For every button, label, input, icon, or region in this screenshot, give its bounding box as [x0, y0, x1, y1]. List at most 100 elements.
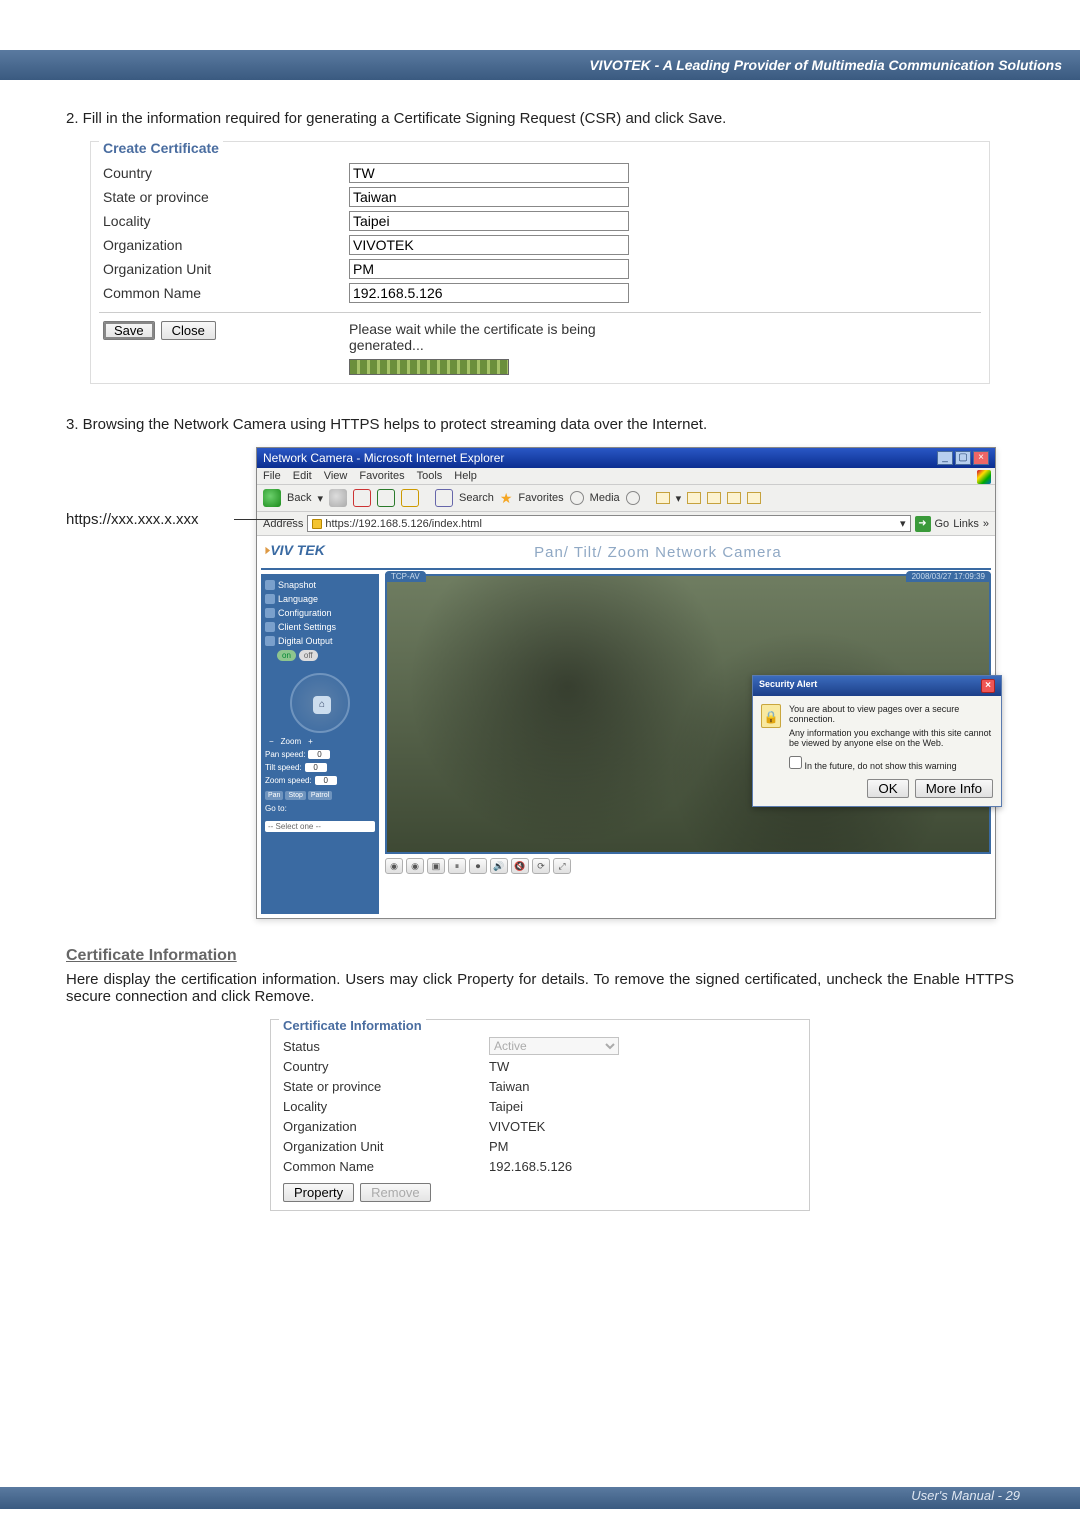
stream-tab[interactable]: TCP-AV — [385, 571, 426, 582]
back-label: Back — [287, 492, 311, 504]
pan-speed-select[interactable]: 0 — [308, 750, 330, 759]
step3-text: 3. Browsing the Network Camera using HTT… — [66, 416, 1014, 433]
cert-info-legend: Certificate Information — [279, 1018, 426, 1033]
forward-icon[interactable] — [329, 489, 347, 507]
browser-addressbar: Address https://192.168.5.126/index.html… — [257, 512, 995, 536]
gear-icon — [265, 622, 275, 632]
ptz-home-icon[interactable]: ⌂ — [313, 696, 331, 714]
home-icon[interactable] — [401, 489, 419, 507]
alert-line1: You are about to view pages over a secur… — [789, 704, 993, 724]
address-field[interactable]: https://192.168.5.126/index.html ▾ — [307, 515, 910, 532]
remove-button[interactable]: Remove — [360, 1183, 430, 1202]
org-input[interactable] — [349, 235, 629, 255]
back-icon[interactable] — [263, 489, 281, 507]
state-input[interactable] — [349, 187, 629, 207]
menu-edit[interactable]: Edit — [293, 470, 312, 482]
cam-btn-4[interactable]: ⏸ — [448, 858, 466, 874]
maximize-icon[interactable]: ▢ — [955, 451, 971, 465]
cam-btn-6[interactable]: 🔊 — [490, 858, 508, 874]
https-annotation: https://xxx.xxx.x.xxx — [66, 511, 199, 528]
cn-label: Common Name — [99, 285, 349, 301]
language-label: Language — [278, 594, 318, 604]
discuss-icon[interactable] — [727, 492, 741, 504]
do-on-button[interactable]: on — [277, 650, 296, 661]
ci-org-label: Organization — [279, 1119, 489, 1134]
history-icon[interactable] — [626, 491, 640, 505]
address-url: https://192.168.5.126/index.html — [325, 518, 482, 530]
property-button[interactable]: Property — [283, 1183, 354, 1202]
ptz-nav[interactable]: ⌂ — [290, 673, 350, 733]
zoom-label: Zoom — [281, 737, 301, 746]
country-input[interactable] — [349, 163, 629, 183]
cam-btn-1[interactable]: ◉ — [385, 858, 403, 874]
menu-tools[interactable]: Tools — [417, 470, 443, 482]
edit-icon[interactable] — [707, 492, 721, 504]
locality-input[interactable] — [349, 211, 629, 231]
sidebar-item-configuration[interactable]: Configuration — [265, 608, 375, 618]
cam-btn-8[interactable]: ⟳ — [532, 858, 550, 874]
media-label: Media — [590, 492, 620, 504]
goto-select[interactable]: -- Select one -- — [265, 821, 375, 832]
cert-info-panel: Certificate Information Status Active Co… — [270, 1019, 810, 1211]
refresh-icon[interactable] — [377, 489, 395, 507]
cam-btn-7[interactable]: 🔇 — [511, 858, 529, 874]
stop-button[interactable]: Stop — [285, 791, 305, 800]
mail-icon[interactable] — [656, 492, 670, 504]
cam-btn-2[interactable]: ◉ — [406, 858, 424, 874]
ci-locality-label: Locality — [279, 1099, 489, 1114]
client-settings-label: Client Settings — [278, 622, 336, 632]
pan-button[interactable]: Pan — [265, 791, 283, 800]
tilt-speed-select[interactable]: 0 — [305, 763, 327, 772]
zoom-speed-select[interactable]: 0 — [315, 776, 337, 785]
signal-icon — [265, 636, 275, 646]
vivotek-logo-text: VIV TEK — [270, 542, 324, 558]
alert-checkbox-label: In the future, do not show this warning — [805, 761, 957, 771]
stop-icon[interactable] — [353, 489, 371, 507]
ci-locality-val: Taipei — [489, 1099, 523, 1114]
go-label: Go — [935, 518, 950, 530]
minimize-icon[interactable]: _ — [937, 451, 953, 465]
ou-input[interactable] — [349, 259, 629, 279]
search-icon[interactable] — [435, 489, 453, 507]
close-button[interactable]: Close — [161, 321, 216, 340]
patrol-button[interactable]: Patrol — [308, 791, 332, 800]
pan-speed-label: Pan speed: — [265, 750, 305, 759]
locality-label: Locality — [99, 213, 349, 229]
cam-btn-3[interactable]: ▣ — [427, 858, 445, 874]
go-button[interactable]: ➜ — [915, 516, 931, 532]
search-label: Search — [459, 492, 494, 504]
favorites-icon[interactable]: ★ — [500, 490, 513, 507]
state-label: State or province — [99, 189, 349, 205]
cn-input[interactable] — [349, 283, 629, 303]
menu-view[interactable]: View — [324, 470, 348, 482]
camera-icon — [265, 580, 275, 590]
camera-sidebar: Snapshot Language Configuration Client S… — [261, 574, 379, 914]
alert-line2: Any information you exchange with this s… — [789, 728, 993, 748]
print-icon[interactable] — [687, 492, 701, 504]
messenger-icon[interactable] — [747, 492, 761, 504]
alert-close-icon[interactable]: × — [981, 679, 995, 693]
sidebar-item-client-settings[interactable]: Client Settings — [265, 622, 375, 632]
alert-moreinfo-button[interactable]: More Info — [915, 779, 993, 798]
step2-text: 2. Fill in the information required for … — [66, 110, 1014, 127]
menu-help[interactable]: Help — [454, 470, 477, 482]
browser-title: Network Camera - Microsoft Internet Expl… — [263, 451, 504, 465]
wrench-icon — [265, 608, 275, 618]
alert-ok-button[interactable]: OK — [867, 779, 908, 798]
menu-file[interactable]: File — [263, 470, 281, 482]
close-icon[interactable]: × — [973, 451, 989, 465]
save-button[interactable]: Save — [103, 321, 155, 340]
cert-info-intro: Here display the certification informati… — [66, 971, 1014, 1005]
media-icon[interactable] — [570, 491, 584, 505]
sidebar-item-snapshot[interactable]: Snapshot — [265, 580, 375, 590]
menu-favorites[interactable]: Favorites — [359, 470, 404, 482]
gen-msg-l1: Please wait while the certificate is bei… — [349, 321, 596, 337]
alert-checkbox[interactable]: In the future, do not show this warning — [789, 761, 957, 771]
cam-btn-9[interactable]: ⤢ — [553, 858, 571, 874]
globe-icon — [265, 594, 275, 604]
sidebar-item-language[interactable]: Language — [265, 594, 375, 604]
do-off-button[interactable]: off — [299, 650, 318, 661]
ci-cn-val: 192.168.5.126 — [489, 1159, 572, 1174]
cam-btn-5[interactable]: ⏺ — [469, 858, 487, 874]
lock-icon — [312, 519, 322, 529]
